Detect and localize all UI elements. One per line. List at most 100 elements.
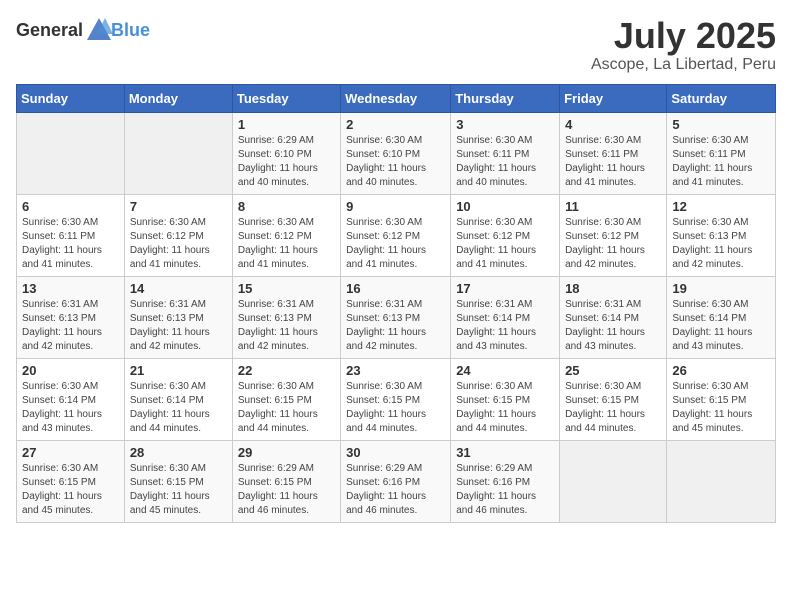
day-info: Sunrise: 6:29 AM Sunset: 6:10 PM Dayligh… <box>238 134 335 190</box>
logo-text-general: General <box>16 20 83 41</box>
day-info: Sunrise: 6:29 AM Sunset: 6:16 PM Dayligh… <box>346 462 445 518</box>
day-info: Sunrise: 6:30 AM Sunset: 6:12 PM Dayligh… <box>565 216 661 272</box>
day-number: 8 <box>238 199 335 214</box>
logo: General Blue <box>16 16 150 44</box>
day-cell: 15 Sunrise: 6:31 AM Sunset: 6:13 PM Dayli… <box>232 276 340 358</box>
day-number: 21 <box>130 363 227 378</box>
day-number: 2 <box>346 117 445 132</box>
week-row-4: 20 Sunrise: 6:30 AM Sunset: 6:14 PM Dayli… <box>17 358 776 440</box>
day-cell: 29 Sunrise: 6:29 AM Sunset: 6:15 PM Dayli… <box>232 440 340 522</box>
day-number: 30 <box>346 445 445 460</box>
day-cell: 1 Sunrise: 6:29 AM Sunset: 6:10 PM Daylig… <box>232 112 340 194</box>
day-number: 16 <box>346 281 445 296</box>
day-number: 18 <box>565 281 661 296</box>
day-cell: 19Sunrise: 6:30 AM Sunset: 6:14 PM Dayli… <box>667 276 776 358</box>
day-number: 20 <box>22 363 119 378</box>
day-number: 27 <box>22 445 119 460</box>
week-row-2: 6 Sunrise: 6:30 AM Sunset: 6:11 PM Daylig… <box>17 194 776 276</box>
day-number: 12 <box>672 199 770 214</box>
day-info: Sunrise: 6:30 AM Sunset: 6:12 PM Dayligh… <box>346 216 445 272</box>
day-info: Sunrise: 6:30 AM Sunset: 6:12 PM Dayligh… <box>238 216 335 272</box>
day-number: 29 <box>238 445 335 460</box>
day-cell: 24 Sunrise: 6:30 AM Sunset: 6:15 PM Dayli… <box>451 358 560 440</box>
day-cell: 3 Sunrise: 6:30 AM Sunset: 6:11 PM Daylig… <box>451 112 560 194</box>
day-cell: 4 Sunrise: 6:30 AM Sunset: 6:11 PM Daylig… <box>560 112 667 194</box>
day-info: Sunrise: 6:30 AM Sunset: 6:13 PM Dayligh… <box>672 216 770 272</box>
day-number: 7 <box>130 199 227 214</box>
logo-text-blue: Blue <box>111 20 150 41</box>
weekday-header-wednesday: Wednesday <box>341 84 451 112</box>
day-info: Sunrise: 6:30 AM Sunset: 6:15 PM Dayligh… <box>130 462 227 518</box>
day-info: Sunrise: 6:30 AM Sunset: 6:15 PM Dayligh… <box>565 380 661 436</box>
day-info: Sunrise: 6:30 AM Sunset: 6:15 PM Dayligh… <box>238 380 335 436</box>
day-cell <box>17 112 125 194</box>
day-cell: 22 Sunrise: 6:30 AM Sunset: 6:15 PM Dayli… <box>232 358 340 440</box>
day-info: Sunrise: 6:30 AM Sunset: 6:14 PM Dayligh… <box>22 380 119 436</box>
day-number: 22 <box>238 363 335 378</box>
day-info: Sunrise: 6:30 AM Sunset: 6:15 PM Dayligh… <box>22 462 119 518</box>
weekday-header-saturday: Saturday <box>667 84 776 112</box>
week-row-1: 1 Sunrise: 6:29 AM Sunset: 6:10 PM Daylig… <box>17 112 776 194</box>
day-cell: 10Sunrise: 6:30 AM Sunset: 6:12 PM Dayli… <box>451 194 560 276</box>
day-info: Sunrise: 6:30 AM Sunset: 6:14 PM Dayligh… <box>672 298 770 354</box>
day-info: Sunrise: 6:30 AM Sunset: 6:11 PM Dayligh… <box>22 216 119 272</box>
day-cell: 5 Sunrise: 6:30 AM Sunset: 6:11 PM Daylig… <box>667 112 776 194</box>
day-info: Sunrise: 6:29 AM Sunset: 6:15 PM Dayligh… <box>238 462 335 518</box>
day-cell <box>560 440 667 522</box>
day-cell: 26 Sunrise: 6:30 AM Sunset: 6:15 PM Dayli… <box>667 358 776 440</box>
day-number: 26 <box>672 363 770 378</box>
day-number: 9 <box>346 199 445 214</box>
day-info: Sunrise: 6:30 AM Sunset: 6:11 PM Dayligh… <box>456 134 554 190</box>
day-number: 24 <box>456 363 554 378</box>
day-cell: 31 Sunrise: 6:29 AM Sunset: 6:16 PM Dayli… <box>451 440 560 522</box>
day-cell: 11Sunrise: 6:30 AM Sunset: 6:12 PM Dayli… <box>560 194 667 276</box>
day-info: Sunrise: 6:31 AM Sunset: 6:13 PM Dayligh… <box>130 298 227 354</box>
day-cell: 8 Sunrise: 6:30 AM Sunset: 6:12 PM Daylig… <box>232 194 340 276</box>
day-info: Sunrise: 6:30 AM Sunset: 6:15 PM Dayligh… <box>672 380 770 436</box>
day-info: Sunrise: 6:30 AM Sunset: 6:15 PM Dayligh… <box>346 380 445 436</box>
day-number: 5 <box>672 117 770 132</box>
day-number: 1 <box>238 117 335 132</box>
day-cell: 14 Sunrise: 6:31 AM Sunset: 6:13 PM Dayli… <box>124 276 232 358</box>
day-cell: 17 Sunrise: 6:31 AM Sunset: 6:14 PM Dayli… <box>451 276 560 358</box>
location-title: Ascope, La Libertad, Peru <box>591 56 776 74</box>
day-number: 25 <box>565 363 661 378</box>
title-block: July 2025 Ascope, La Libertad, Peru <box>591 16 776 74</box>
day-info: Sunrise: 6:30 AM Sunset: 6:12 PM Dayligh… <box>130 216 227 272</box>
calendar-table: SundayMondayTuesdayWednesdayThursdayFrid… <box>16 84 776 523</box>
day-info: Sunrise: 6:31 AM Sunset: 6:13 PM Dayligh… <box>346 298 445 354</box>
day-cell: 23 Sunrise: 6:30 AM Sunset: 6:15 PM Dayli… <box>341 358 451 440</box>
day-number: 23 <box>346 363 445 378</box>
day-cell: 18Sunrise: 6:31 AM Sunset: 6:14 PM Dayli… <box>560 276 667 358</box>
day-info: Sunrise: 6:30 AM Sunset: 6:11 PM Dayligh… <box>672 134 770 190</box>
weekday-header-monday: Monday <box>124 84 232 112</box>
day-cell: 30 Sunrise: 6:29 AM Sunset: 6:16 PM Dayli… <box>341 440 451 522</box>
day-cell: 27 Sunrise: 6:30 AM Sunset: 6:15 PM Dayli… <box>17 440 125 522</box>
day-info: Sunrise: 6:30 AM Sunset: 6:15 PM Dayligh… <box>456 380 554 436</box>
day-info: Sunrise: 6:30 AM Sunset: 6:11 PM Dayligh… <box>565 134 661 190</box>
day-cell: 20 Sunrise: 6:30 AM Sunset: 6:14 PM Dayli… <box>17 358 125 440</box>
day-cell: 6 Sunrise: 6:30 AM Sunset: 6:11 PM Daylig… <box>17 194 125 276</box>
day-number: 3 <box>456 117 554 132</box>
day-cell: 12 Sunrise: 6:30 AM Sunset: 6:13 PM Dayli… <box>667 194 776 276</box>
day-number: 6 <box>22 199 119 214</box>
weekday-header-row: SundayMondayTuesdayWednesdayThursdayFrid… <box>17 84 776 112</box>
day-info: Sunrise: 6:30 AM Sunset: 6:10 PM Dayligh… <box>346 134 445 190</box>
day-cell: 21 Sunrise: 6:30 AM Sunset: 6:14 PM Dayli… <box>124 358 232 440</box>
day-number: 13 <box>22 281 119 296</box>
day-number: 17 <box>456 281 554 296</box>
day-info: Sunrise: 6:31 AM Sunset: 6:13 PM Dayligh… <box>238 298 335 354</box>
day-cell: 28Sunrise: 6:30 AM Sunset: 6:15 PM Dayli… <box>124 440 232 522</box>
day-cell: 13 Sunrise: 6:31 AM Sunset: 6:13 PM Dayli… <box>17 276 125 358</box>
day-cell <box>667 440 776 522</box>
day-number: 14 <box>130 281 227 296</box>
day-info: Sunrise: 6:31 AM Sunset: 6:13 PM Dayligh… <box>22 298 119 354</box>
day-number: 4 <box>565 117 661 132</box>
day-number: 31 <box>456 445 554 460</box>
week-row-3: 13 Sunrise: 6:31 AM Sunset: 6:13 PM Dayli… <box>17 276 776 358</box>
weekday-header-sunday: Sunday <box>17 84 125 112</box>
day-number: 15 <box>238 281 335 296</box>
day-info: Sunrise: 6:31 AM Sunset: 6:14 PM Dayligh… <box>456 298 554 354</box>
day-info: Sunrise: 6:30 AM Sunset: 6:14 PM Dayligh… <box>130 380 227 436</box>
day-info: Sunrise: 6:29 AM Sunset: 6:16 PM Dayligh… <box>456 462 554 518</box>
